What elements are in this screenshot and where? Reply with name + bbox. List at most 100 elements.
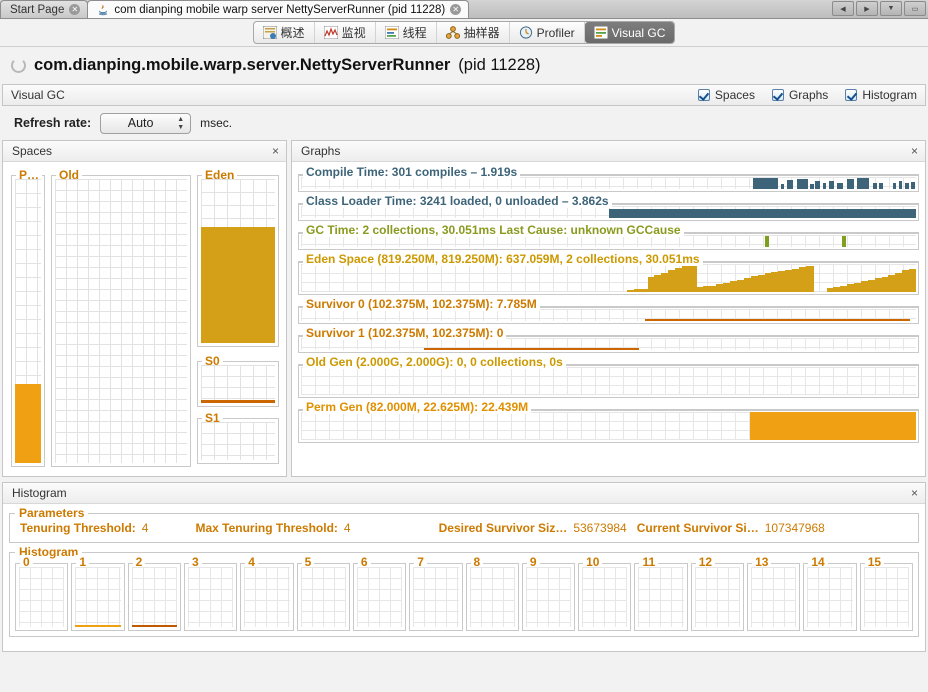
checkbox-icon[interactable] — [697, 89, 710, 101]
grid-lines — [694, 567, 741, 627]
refresh-rate-unit: msec. — [200, 116, 233, 130]
param-desired-survivor-size: Desired Survivor Siz… 53673984 — [439, 521, 627, 535]
tab-monitor[interactable]: 监视 — [315, 22, 376, 43]
histogram-panel-title: Histogram — [12, 486, 67, 500]
graph-perm-gen[interactable]: Perm Gen (82.000M, 22.625M): 22.439M — [296, 400, 921, 443]
scroll-left-button[interactable]: ◀ — [832, 1, 854, 16]
graph-series-fill — [842, 236, 847, 247]
graphs-panel: Graphs × Compile Time: 301 compiles – 1.… — [291, 140, 926, 477]
visual-gc-title: Visual GC — [11, 88, 65, 102]
close-icon[interactable]: ✕ — [69, 4, 81, 15]
graph-class-loader-time[interactable]: Class Loader Time: 3241 loaded, 0 unload… — [296, 194, 921, 221]
graph-eden-space[interactable]: Eden Space (819.250M, 819.250M): 637.059… — [296, 252, 921, 295]
close-icon[interactable]: × — [272, 144, 279, 158]
threads-icon — [384, 25, 400, 40]
param-value: 4 — [343, 521, 351, 535]
tab-sampler[interactable]: 抽样器 — [437, 22, 510, 43]
graph-series-fill — [837, 183, 844, 189]
histogram-bin[interactable]: 0 — [15, 555, 69, 631]
module-tab-bar: 概述 监视 线程 抽样器 Profiler Visual GC — [0, 19, 928, 47]
window-control-group: ◀ ▶ ▼ ▭ — [832, 0, 928, 18]
graph-series-fill — [796, 179, 808, 189]
graph-series-fill — [879, 183, 883, 189]
histogram-bin-fill — [131, 625, 177, 627]
graph-label: Perm Gen (82.000M, 22.625M): 22.439M — [303, 400, 532, 414]
graph-series-fill — [847, 179, 855, 189]
tab-overview[interactable]: 概述 — [254, 22, 315, 43]
window-tab-nettyserverrunner[interactable]: com dianping mobile warp server NettySer… — [87, 0, 470, 18]
graph-series-fill — [856, 178, 870, 189]
tab-visual-gc[interactable]: Visual GC — [584, 22, 675, 43]
histogram-bin[interactable]: 14 — [803, 555, 857, 631]
loading-spinner-icon — [11, 58, 26, 73]
checkbox-icon[interactable] — [845, 89, 858, 101]
histogram-bin[interactable]: 13 — [747, 555, 801, 631]
histogram-bin[interactable]: 8 — [465, 555, 519, 631]
scroll-right-button[interactable]: ▶ — [856, 1, 878, 16]
histogram-bins-group: Histogram 0 1 2 3 4 5 6 7 8 9 10 11 12 13 14 15 — [9, 545, 919, 637]
graphs-panel-title: Graphs — [301, 144, 341, 158]
close-icon[interactable]: ✕ — [450, 4, 462, 15]
graph-series-fill — [753, 178, 778, 189]
graph-series-fill — [815, 181, 821, 189]
grid-lines — [55, 179, 187, 463]
space-eden[interactable]: Eden — [197, 168, 279, 347]
close-icon[interactable]: × — [911, 144, 918, 158]
refresh-rate-spinner[interactable]: Auto ▲ ▼ — [100, 112, 192, 134]
graph-old-gen[interactable]: Old Gen (2.000G, 2.000G): 0, 0 collectio… — [296, 355, 921, 398]
space-s1[interactable]: S1 — [197, 411, 279, 464]
histogram-bin[interactable]: 3 — [183, 555, 238, 631]
window-tab-start-page[interactable]: Start Page ✕ — [0, 0, 89, 18]
param-max-tenuring-threshold: Max Tenuring Threshold: 4 — [195, 521, 350, 535]
grid-lines — [187, 567, 234, 627]
graph-series-fill — [749, 412, 916, 440]
parameters-title: Parameters — [15, 506, 89, 520]
histogram-bin[interactable]: 1 — [71, 555, 125, 631]
histogram-bin-fill — [75, 625, 121, 627]
histogram-bin[interactable]: 4 — [240, 555, 294, 631]
tab-profiler[interactable]: Profiler — [510, 22, 585, 43]
tab-threads[interactable]: 线程 — [376, 22, 437, 43]
histogram-bin[interactable]: 10 — [578, 555, 632, 631]
grid-lines — [201, 422, 275, 460]
maximize-button[interactable]: ▭ — [904, 1, 926, 16]
histogram-bin[interactable]: 15 — [859, 555, 913, 631]
parameters-group: Parameters Tenuring Threshold: 4 Max Ten… — [9, 506, 919, 543]
histogram-bin[interactable]: 11 — [634, 555, 688, 631]
graph-series-fill — [822, 183, 827, 189]
graph-survivor-1[interactable]: Survivor 1 (102.375M, 102.375M): 0 — [296, 326, 921, 353]
checkbox-spaces[interactable]: Spaces — [697, 88, 755, 102]
java-icon — [97, 4, 109, 16]
graph-canvas — [301, 412, 916, 440]
close-icon[interactable]: × — [911, 486, 918, 500]
space-s0[interactable]: S0 — [197, 354, 279, 407]
histogram-bin[interactable]: 9 — [521, 555, 576, 631]
grid-lines — [807, 567, 853, 627]
graph-gc-time[interactable]: GC Time: 2 collections, 30.051ms Last Ca… — [296, 223, 921, 250]
checkbox-icon[interactable] — [771, 89, 784, 101]
histogram-bin[interactable]: 7 — [409, 555, 463, 631]
grid-lines — [638, 567, 684, 627]
space-perm[interactable]: P… — [11, 168, 45, 467]
tab-label: Profiler — [536, 25, 575, 40]
graph-series-fill — [424, 348, 640, 350]
spinner-arrows-icon[interactable]: ▲ ▼ — [177, 116, 184, 131]
graph-series-fill — [872, 183, 877, 189]
param-key: Max Tenuring Threshold: — [195, 521, 338, 535]
grid-lines — [582, 567, 628, 627]
window-tab-strip: Start Page ✕ com dianping mobile warp se… — [0, 0, 928, 19]
tab-list-button[interactable]: ▼ — [880, 1, 902, 16]
checkbox-histogram[interactable]: Histogram — [845, 88, 917, 102]
space-eden-fill — [201, 227, 275, 343]
graph-label: Survivor 1 (102.375M, 102.375M): 0 — [303, 326, 507, 340]
graph-survivor-0[interactable]: Survivor 0 (102.375M, 102.375M): 7.785M — [296, 297, 921, 324]
graph-compile-time[interactable]: Compile Time: 301 compiles – 1.919s — [296, 165, 921, 192]
sampler-icon — [445, 26, 460, 39]
param-current-survivor-size: Current Survivor Si… 107347968 — [637, 521, 825, 535]
histogram-bin[interactable]: 5 — [296, 555, 350, 631]
checkbox-graphs[interactable]: Graphs — [771, 88, 828, 102]
histogram-bin[interactable]: 6 — [352, 555, 407, 631]
space-old[interactable]: Old — [51, 168, 191, 467]
histogram-bin[interactable]: 12 — [690, 555, 745, 631]
histogram-bin[interactable]: 2 — [127, 555, 181, 631]
